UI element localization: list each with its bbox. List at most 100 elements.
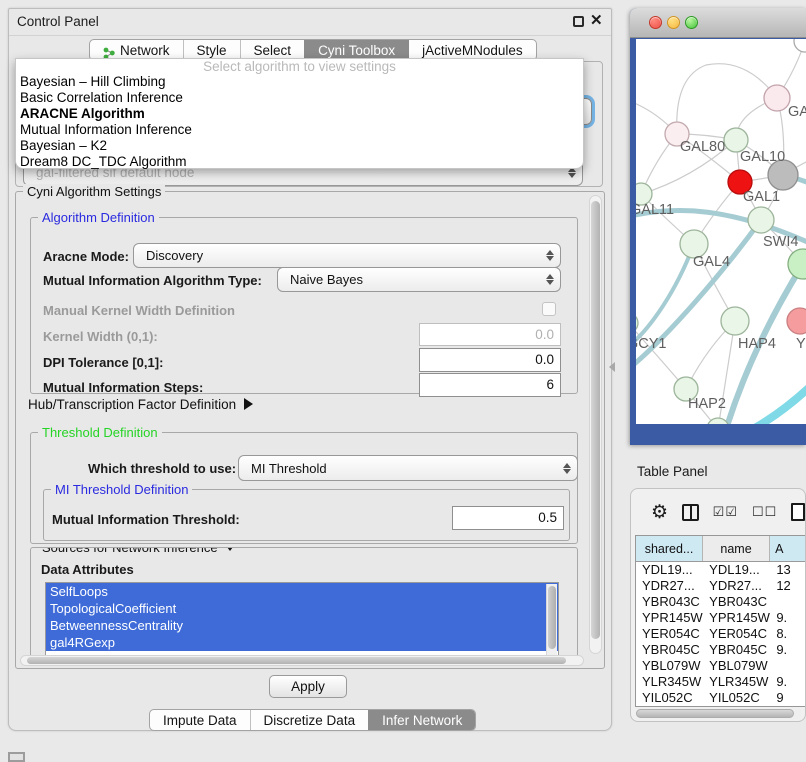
- mi-steps-field[interactable]: 6: [419, 373, 561, 397]
- node-top-right[interactable]: [794, 39, 806, 52]
- table-cell: 9.: [770, 642, 806, 658]
- float-window-icon[interactable]: [573, 16, 584, 27]
- mi-threshold-field[interactable]: 0.5: [452, 506, 564, 530]
- column-header-2[interactable]: name: [703, 536, 770, 561]
- manual-kernel-checkbox[interactable]: [542, 302, 556, 316]
- zoom-traffic-light-icon[interactable]: [685, 16, 698, 29]
- table-row[interactable]: YBL079WYBL079W: [636, 658, 806, 674]
- control-panel-window: Control Panel ✕ NetworkStyleSelectCyni T…: [8, 8, 612, 731]
- table-cell: YLR345W: [636, 674, 703, 690]
- collapsed-arrow-icon: [244, 398, 253, 410]
- network-view-window: GALGAL80GAL10GAL1GAL11SWI4GAL4GCY1HAP4YH…: [630, 8, 806, 445]
- aracne-mode-combo[interactable]: Discovery: [133, 243, 561, 268]
- settings-group-title: Cyni Algorithm Settings: [23, 184, 165, 199]
- algorithm-option[interactable]: Dream8 DC_TDC Algorithm: [16, 154, 583, 170]
- table-row[interactable]: YPR145WYPR145W9.: [636, 610, 806, 626]
- node-gal-cut[interactable]: [764, 85, 790, 111]
- data-attributes-label: Data Attributes: [41, 562, 134, 577]
- sources-title-text: Sources for Network Inference: [42, 547, 218, 555]
- table-cell: YBR045C: [703, 642, 770, 658]
- attribute-list-scrollbar[interactable]: [546, 584, 557, 656]
- network-canvas[interactable]: GALGAL80GAL10GAL1GAL11SWI4GAL4GCY1HAP4YH…: [636, 39, 806, 424]
- settings-vertical-scrollbar[interactable]: [589, 195, 602, 654]
- node-hap4[interactable]: [721, 307, 749, 335]
- tab-network[interactable]: Network: [90, 40, 183, 60]
- network-edge[interactable]: [677, 64, 777, 134]
- kernel-width-label: Kernel Width (0,1):: [43, 329, 158, 344]
- minimize-traffic-light-icon[interactable]: [667, 16, 680, 29]
- column-header-3[interactable]: A: [770, 536, 806, 561]
- close-icon[interactable]: ✕: [590, 11, 603, 29]
- attribute-list-item[interactable]: BetweennessCentrality: [46, 617, 558, 634]
- table-cell: 12: [770, 578, 806, 594]
- table-row[interactable]: YIL052CYIL052C9: [636, 690, 806, 706]
- attribute-list-item[interactable]: TopologicalCoefficient: [46, 600, 558, 617]
- hub-definition-toggle[interactable]: Hub/Transcription Factor Definition: [28, 397, 253, 412]
- table-cell: 9.: [770, 674, 806, 690]
- apply-button[interactable]: Apply: [269, 675, 347, 698]
- table-row[interactable]: YDL19...YDL19...13: [636, 562, 806, 578]
- aracne-mode-value: Discovery: [146, 248, 203, 263]
- node-salmon[interactable]: [787, 308, 806, 334]
- node-label-swi4: SWI4: [763, 234, 798, 250]
- threshold-definition-group: Threshold Definition Which threshold to …: [30, 432, 578, 544]
- attribute-list-item[interactable]: gal4RGexp: [46, 634, 558, 651]
- algorithm-dropdown-popup: Select algorithm to view settings Bayesi…: [15, 58, 584, 169]
- sources-group: Sources for Network Inference Data Attri…: [30, 547, 578, 659]
- tab-style[interactable]: Style: [183, 40, 240, 60]
- gear-icon[interactable]: ⚙: [651, 501, 668, 524]
- attribute-list-item[interactable]: SelfLoops: [46, 583, 558, 600]
- node-swi4[interactable]: [748, 207, 774, 233]
- select-unchecked-icon[interactable]: ☐☐: [752, 504, 777, 520]
- settings-horizontal-scrollbar[interactable]: [20, 655, 584, 666]
- tab-discretize-data[interactable]: Discretize Data: [250, 710, 369, 730]
- dpi-tolerance-field[interactable]: 0.0: [419, 348, 561, 372]
- kernel-width-field[interactable]: 0.0: [419, 323, 561, 346]
- dpi-tolerance-label: DPI Tolerance [0,1]:: [43, 355, 163, 370]
- node-label-y: Y: [796, 336, 806, 352]
- column-header-1[interactable]: shared...: [636, 536, 703, 561]
- algorithm-option[interactable]: ARACNE Algorithm: [16, 106, 583, 122]
- mi-threshold-label: Mutual Information Threshold:: [52, 512, 240, 527]
- which-threshold-combo[interactable]: MI Threshold: [238, 455, 578, 481]
- mi-threshold-title: MI Threshold Definition: [51, 482, 192, 497]
- select-checked-icon[interactable]: ☑☑: [713, 504, 738, 520]
- table-row[interactable]: YER054CYER054C8.: [636, 626, 806, 642]
- algorithm-definition-group: Algorithm Definition Aracne Mode: Discov…: [30, 217, 578, 394]
- tab-jactivemnodules[interactable]: jActiveMNodules: [408, 40, 536, 60]
- node-gcy1[interactable]: [636, 313, 638, 333]
- table-cell: [770, 658, 806, 674]
- table-cell: YIL052C: [703, 690, 770, 706]
- hub-definition-label: Hub/Transcription Factor Definition: [28, 397, 236, 412]
- combo-arrows-icon: [563, 463, 571, 474]
- table-row[interactable]: YLR345WYLR345W9.: [636, 674, 806, 690]
- table-cell: YBL079W: [703, 658, 770, 674]
- file-icon[interactable]: [791, 503, 805, 521]
- table-row[interactable]: YBR043CYBR043C: [636, 594, 806, 610]
- mi-algorithm-type-combo[interactable]: Naive Bayes: [277, 267, 561, 292]
- panel-splitter-collapse-icon[interactable]: [609, 362, 615, 372]
- data-attributes-list[interactable]: SelfLoopsTopologicalCoefficientBetweenne…: [45, 582, 559, 658]
- algorithm-option[interactable]: Bayesian – Hill Climbing: [16, 74, 583, 90]
- table-row[interactable]: YDR27...YDR27...12: [636, 578, 806, 594]
- tab-cyni-toolbox[interactable]: Cyni Toolbox: [304, 40, 408, 60]
- table-cell: 8.: [770, 626, 806, 642]
- table-cell: YDL19...: [636, 562, 703, 578]
- node-big-green[interactable]: [788, 249, 806, 279]
- algorithm-option[interactable]: Mutual Information Inference: [16, 122, 583, 138]
- table-cell: YBR043C: [636, 594, 703, 610]
- tab-infer-network[interactable]: Infer Network: [368, 710, 475, 730]
- algorithm-option[interactable]: Bayesian – K2: [16, 138, 583, 154]
- network-window-titlebar[interactable]: [630, 8, 806, 38]
- tab-impute-data[interactable]: Impute Data: [150, 710, 250, 730]
- split-columns-icon[interactable]: [682, 504, 699, 521]
- dock-panel-icon[interactable]: [8, 752, 25, 762]
- table-row[interactable]: YBR045CYBR045C9.: [636, 642, 806, 658]
- table-horizontal-scrollbar[interactable]: [634, 708, 802, 719]
- algorithm-option[interactable]: Basic Correlation Inference: [16, 90, 583, 106]
- close-traffic-light-icon[interactable]: [649, 16, 662, 29]
- network-edge[interactable]: [739, 383, 806, 424]
- tab-select[interactable]: Select: [240, 40, 305, 60]
- sources-group-title[interactable]: Sources for Network Inference: [38, 547, 240, 555]
- combo-arrows-icon: [546, 274, 554, 285]
